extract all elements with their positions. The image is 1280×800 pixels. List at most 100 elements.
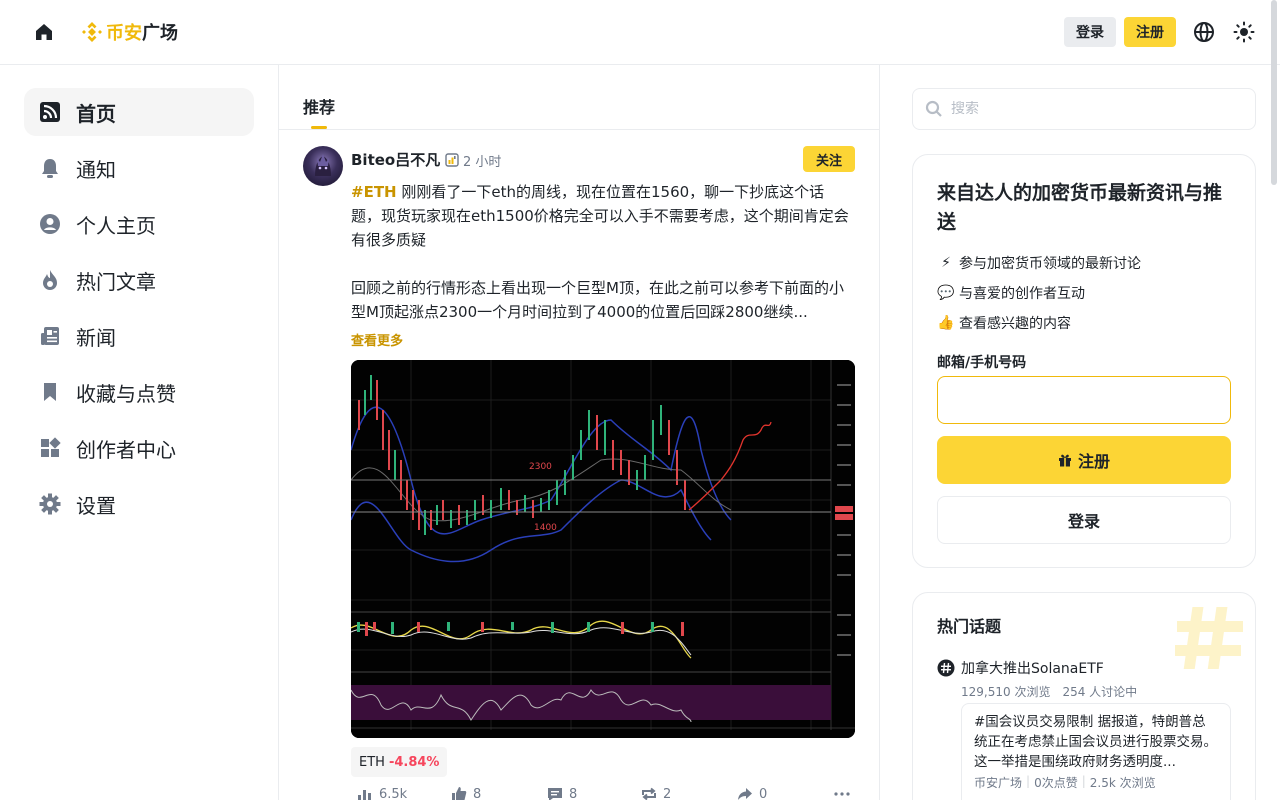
user-icon xyxy=(38,212,62,236)
promo-bullet: 👍 查看感兴趣的内容 xyxy=(937,315,1071,332)
gift-icon xyxy=(1058,454,1071,467)
page-scrollbar[interactable] xyxy=(1271,0,1277,185)
like-button[interactable]: 8 xyxy=(451,786,481,800)
sidebar-item-label: 设置 xyxy=(76,493,116,518)
tab-active-indicator xyxy=(311,126,327,129)
sidebar-item-label: 创作者中心 xyxy=(76,437,176,462)
chart-label-1400: 1400 xyxy=(534,523,557,533)
sidebar-item-creator-center[interactable]: 创作者中心 xyxy=(24,424,254,472)
gear-icon xyxy=(38,492,62,516)
sidebar-item-home[interactable]: 首页 xyxy=(24,88,254,136)
topic-discussing: 254 人讨论中 xyxy=(1062,685,1138,699)
sidebar-item-bookmarks[interactable]: 收藏与点赞 xyxy=(24,368,254,416)
lightning-icon: ⚡ xyxy=(941,255,951,271)
logo-text: 币安广场 xyxy=(106,23,178,44)
post-actions: 6.5k 8 8 2 0 xyxy=(351,786,851,800)
bookmark-icon xyxy=(38,380,62,404)
promo-title: 来自达人的加密货币最新资讯与推送 xyxy=(937,182,1223,233)
topic-preview-text: #国会议员交易限制 据报道，特朗普总统正在考虑禁止国会议员进行股票交易。这一举措… xyxy=(974,714,1217,770)
signup-register-button[interactable]: 注册 xyxy=(937,436,1231,484)
promo-bullet: 💬 与喜爱的创作者互动 xyxy=(937,285,1085,302)
topic-stats: 129,510 次浏览 254 人讨论中 xyxy=(961,683,1137,700)
globe-icon[interactable] xyxy=(1193,21,1215,43)
share-icon xyxy=(738,788,752,800)
sidebar-item-news[interactable]: 新闻 xyxy=(24,312,254,360)
sidebar-item-label: 首页 xyxy=(76,101,116,126)
likes-count: 8 xyxy=(473,786,482,800)
follow-button[interactable]: 关注 xyxy=(803,146,855,172)
login-button[interactable]: 登录 xyxy=(1064,17,1116,47)
topic-item[interactable]: 加拿大推出SolanaETF xyxy=(937,658,1104,678)
comment-icon xyxy=(548,788,562,800)
hashtag-decoration-icon xyxy=(1175,607,1243,669)
bar-chart-icon xyxy=(358,790,371,800)
sidebar-item-label: 热门文章 xyxy=(76,269,156,294)
repost-icon xyxy=(642,787,656,800)
search-box[interactable] xyxy=(912,88,1256,130)
coin-change: -4.84% xyxy=(388,754,440,770)
tab-recommended[interactable]: 推荐 xyxy=(303,94,335,118)
dashboard-icon xyxy=(38,436,62,460)
email-phone-input[interactable] xyxy=(938,377,1230,423)
post-author[interactable]: Biteo吕不凡 xyxy=(351,149,440,170)
feed-column: 推荐 Biteo吕不凡 2 小时 关注 #ETH 刚刚看了一下eth的周线，现在… xyxy=(279,65,880,800)
left-sidebar: 首页 通知 个人主页 热门文章 新闻 收藏与点赞 创作者中心 设置 xyxy=(0,65,279,800)
sidebar-item-label: 收藏与点赞 xyxy=(76,381,176,406)
sidebar-item-settings[interactable]: 设置 xyxy=(24,480,254,528)
search-icon xyxy=(925,100,942,117)
hashtag-icon xyxy=(937,659,955,677)
theme-toggle-icon[interactable] xyxy=(1233,21,1255,43)
avatar[interactable] xyxy=(303,146,343,186)
comment-button[interactable]: 8 xyxy=(547,786,577,800)
repost-button[interactable]: 2 xyxy=(641,786,671,800)
hashtag-link[interactable]: #ETH xyxy=(351,183,397,201)
signup-login-button[interactable]: 登录 xyxy=(937,496,1231,544)
more-options-icon[interactable] xyxy=(833,786,851,800)
comments-count: 8 xyxy=(569,786,578,800)
coin-price-tag[interactable]: ETH -4.84% xyxy=(351,747,448,777)
views-stat: 6.5k xyxy=(357,786,407,800)
shares-count: 0 xyxy=(759,786,768,800)
search-input[interactable] xyxy=(951,101,1231,117)
sidebar-item-label: 新闻 xyxy=(76,325,116,350)
feed-tabs: 推荐 xyxy=(279,65,879,130)
register-button[interactable]: 注册 xyxy=(1124,17,1176,47)
read-more-link[interactable]: 查看更多 xyxy=(351,330,403,349)
topic-name: 加拿大推出SolanaETF xyxy=(961,661,1104,677)
hot-topics-card: 热门话题 加拿大推出SolanaETF 129,510 次浏览 254 人讨论中… xyxy=(912,592,1256,800)
topic-preview-card[interactable]: #国会议员交易限制 据报道，特朗普总统正在考虑禁止国会议员进行股票交易。这一举措… xyxy=(961,703,1231,800)
post-content[interactable]: #ETH 刚刚看了一下eth的周线，现在位置在1560，聊一下抄底这个话题，现货… xyxy=(351,180,851,324)
share-button[interactable]: 0 xyxy=(737,786,767,800)
chart-label-2300: 2300 xyxy=(529,462,552,472)
reposts-count: 2 xyxy=(663,786,672,800)
sidebar-item-label: 个人主页 xyxy=(76,213,156,238)
logo[interactable]: 币安广场 xyxy=(80,19,178,45)
hot-topics-title: 热门话题 xyxy=(937,617,1002,636)
news-icon xyxy=(38,324,62,348)
post-image-chart[interactable]: 2300 1400 xyxy=(351,360,855,738)
speech-bubble-icon: 💬 xyxy=(937,285,955,301)
binance-logo-icon xyxy=(82,22,102,42)
sidebar-item-notifications[interactable]: 通知 xyxy=(24,144,254,192)
bell-icon xyxy=(38,156,62,180)
coin-symbol: ETH xyxy=(359,754,385,770)
topic-views: 129,510 次浏览 xyxy=(961,685,1051,699)
home-icon[interactable] xyxy=(32,20,56,44)
feed-icon xyxy=(38,100,62,124)
topic-preview-meta: 币安广场 | 0次点赞 | 2.5k 次浏览 xyxy=(974,774,1156,790)
fire-icon xyxy=(38,268,62,292)
top-header: 币安广场 登录 注册 xyxy=(0,0,1280,65)
views-count: 6.5k xyxy=(379,786,408,800)
post-time: 2 小时 xyxy=(463,155,502,170)
post-paragraph: 回顾之前的行情形态上看出现一个巨型M顶，在此之前可以参考下前面的小型M顶起涨点2… xyxy=(351,279,844,321)
promo-bullet: ⚡ 参与加密货币领域的最新讨论 xyxy=(937,253,1141,273)
right-column: 来自达人的加密货币最新资讯与推送 ⚡ 参与加密货币领域的最新讨论 💬 与喜爱的创… xyxy=(880,65,1271,800)
sidebar-item-profile[interactable]: 个人主页 xyxy=(24,200,254,248)
sidebar-item-trending[interactable]: 热门文章 xyxy=(24,256,254,304)
email-phone-field[interactable] xyxy=(937,376,1231,424)
signup-promo-card: 来自达人的加密货币最新资讯与推送 ⚡ 参与加密货币领域的最新讨论 💬 与喜爱的创… xyxy=(912,154,1256,568)
post-paragraph: 刚刚看了一下eth的周线，现在位置在1560，聊一下抄底这个话题，现货玩家现在e… xyxy=(351,183,849,249)
thumbs-up-icon xyxy=(452,787,467,800)
creator-badge-icon xyxy=(445,152,459,167)
thumbs-up-icon: 👍 xyxy=(937,315,955,331)
